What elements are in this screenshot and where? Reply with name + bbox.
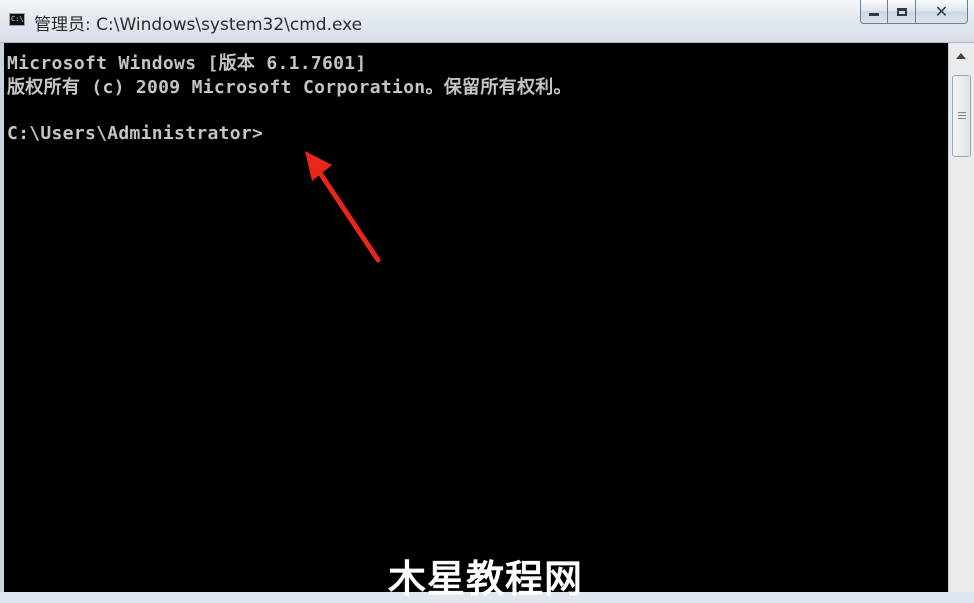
close-button[interactable]: ✕ <box>916 0 968 24</box>
grip-line <box>958 112 966 113</box>
red-annotation-arrow <box>305 151 381 263</box>
console-prompt: C:\Users\Administrator> <box>7 123 264 144</box>
cmd-app-icon[interactable]: C:\ <box>9 13 25 26</box>
window-controls: ✕ <box>860 0 968 26</box>
maximize-button[interactable] <box>888 0 916 24</box>
scrollbar-thumb[interactable] <box>952 75 971 157</box>
watermark: 木星教程网 <box>388 557 584 601</box>
vertical-scrollbar[interactable] <box>948 43 974 592</box>
console-line-version: Microsoft Windows [版本 6.1.7601] <box>7 53 367 74</box>
close-icon: ✕ <box>934 2 949 21</box>
console-output[interactable]: Microsoft Windows [版本 6.1.7601] 版权所有 (c)… <box>0 43 948 592</box>
minimize-button[interactable] <box>860 0 888 24</box>
arrow-head <box>305 151 332 181</box>
minimize-icon <box>869 13 879 16</box>
grip-line <box>958 118 966 119</box>
grip-line <box>958 115 966 116</box>
scroll-up-button[interactable] <box>951 47 971 65</box>
window-title: 管理员: C:\Windows\system32\cmd.exe <box>34 15 363 35</box>
arrow-shaft <box>313 164 381 263</box>
scroll-up-icon <box>956 53 966 59</box>
title-bar[interactable]: C:\ 管理员: C:\Windows\system32\cmd.exe ✕ <box>0 0 974 43</box>
maximize-icon <box>896 7 907 16</box>
console-line-copyright: 版权所有 (c) 2009 Microsoft Corporation。保留所有… <box>7 77 572 98</box>
